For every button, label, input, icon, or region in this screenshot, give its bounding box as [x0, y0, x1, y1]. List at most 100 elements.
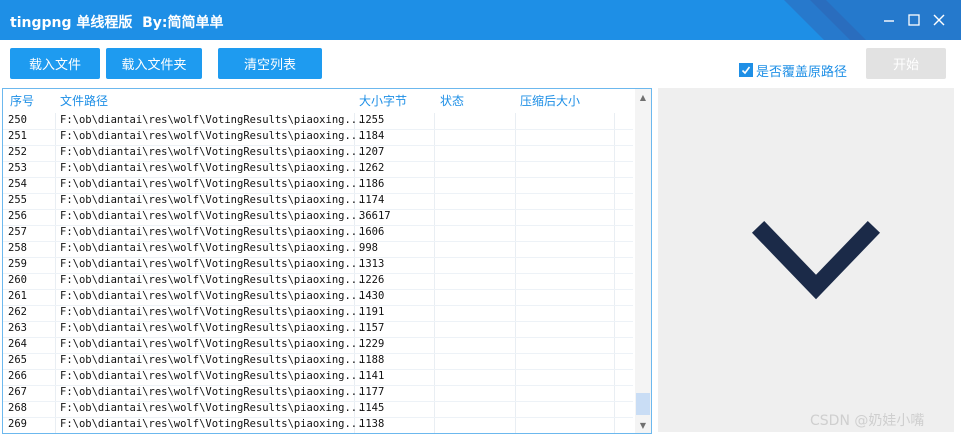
table-row[interactable]: 256 F:\ob\diantai\res\wolf\VotingResults\…	[3, 209, 633, 226]
column-header-size[interactable]: 大小字节	[359, 92, 407, 109]
table-row[interactable]: 268 F:\ob\diantai\res\wolf\VotingResults\…	[3, 401, 633, 418]
table-row[interactable]: 250 F:\ob\diantai\res\wolf\VotingResults\…	[3, 113, 633, 130]
cell-size: 1226	[359, 274, 385, 286]
cell-size: 1262	[359, 162, 385, 174]
cell-id: 256	[8, 210, 27, 222]
table-row[interactable]: 269 F:\ob\diantai\res\wolf\VotingResults\…	[3, 417, 633, 433]
cell-size: 1184	[359, 130, 385, 142]
clear-list-button[interactable]: 清空列表	[218, 48, 322, 79]
cell-path: F:\ob\diantai\res\wolf\VotingResults\pia…	[60, 210, 364, 222]
table-row[interactable]: 262 F:\ob\diantai\res\wolf\VotingResults\…	[3, 305, 633, 322]
table-row[interactable]: 253 F:\ob\diantai\res\wolf\VotingResults\…	[3, 161, 633, 178]
table-row[interactable]: 266 F:\ob\diantai\res\wolf\VotingResults\…	[3, 369, 633, 386]
cell-size: 1138	[359, 418, 385, 430]
scroll-down-icon[interactable]: ▼	[637, 419, 649, 431]
column-header-index[interactable]: 序号	[10, 92, 34, 109]
close-icon[interactable]	[930, 11, 948, 29]
cell-path: F:\ob\diantai\res\wolf\VotingResults\pia…	[60, 258, 364, 270]
overwrite-path-option[interactable]: 是否覆盖原路径	[739, 62, 848, 80]
cell-path: F:\ob\diantai\res\wolf\VotingResults\pia…	[60, 354, 364, 366]
cell-size: 1157	[359, 322, 385, 334]
table-header: 序号 文件路径 大小字节 状态 压缩后大小	[3, 89, 633, 111]
table-row[interactable]: 261 F:\ob\diantai\res\wolf\VotingResults\…	[3, 289, 633, 306]
cell-path: F:\ob\diantai\res\wolf\VotingResults\pia…	[60, 130, 364, 142]
table-row[interactable]: 252 F:\ob\diantai\res\wolf\VotingResults\…	[3, 145, 633, 162]
cell-path: F:\ob\diantai\res\wolf\VotingResults\pia…	[60, 306, 364, 318]
cell-id: 267	[8, 386, 27, 398]
cell-id: 266	[8, 370, 27, 382]
cell-path: F:\ob\diantai\res\wolf\VotingResults\pia…	[60, 418, 364, 430]
checkmark-icon	[741, 66, 751, 75]
cell-path: F:\ob\diantai\res\wolf\VotingResults\pia…	[60, 226, 364, 238]
cell-id: 261	[8, 290, 27, 302]
cell-path: F:\ob\diantai\res\wolf\VotingResults\pia…	[60, 386, 364, 398]
cell-size: 1145	[359, 402, 385, 414]
cell-size: 1606	[359, 226, 385, 238]
table-row[interactable]: 259 F:\ob\diantai\res\wolf\VotingResults\…	[3, 257, 633, 274]
table-row[interactable]: 254 F:\ob\diantai\res\wolf\VotingResults\…	[3, 177, 633, 194]
cell-path: F:\ob\diantai\res\wolf\VotingResults\pia…	[60, 242, 364, 254]
cell-size: 1141	[359, 370, 385, 382]
overwrite-label: 是否覆盖原路径	[756, 64, 848, 80]
cell-path: F:\ob\diantai\res\wolf\VotingResults\pia…	[60, 370, 364, 382]
cell-size: 1188	[359, 354, 385, 366]
cell-size: 1430	[359, 290, 385, 302]
table-row[interactable]: 257 F:\ob\diantai\res\wolf\VotingResults\…	[3, 225, 633, 242]
table-row[interactable]: 260 F:\ob\diantai\res\wolf\VotingResults\…	[3, 273, 633, 290]
cell-path: F:\ob\diantai\res\wolf\VotingResults\pia…	[60, 274, 364, 286]
load-file-button[interactable]: 载入文件	[10, 48, 100, 79]
cell-size: 998	[359, 242, 378, 254]
window-title: tingpng 单线程版 By:简简单单	[10, 15, 224, 31]
table-row[interactable]: 255 F:\ob\diantai\res\wolf\VotingResults\…	[3, 193, 633, 210]
maximize-icon[interactable]	[905, 11, 923, 29]
cell-id: 257	[8, 226, 27, 238]
minimize-icon[interactable]	[880, 11, 898, 29]
cell-id: 255	[8, 194, 27, 206]
cell-id: 262	[8, 306, 27, 318]
cell-id: 268	[8, 402, 27, 414]
table-row[interactable]: 267 F:\ob\diantai\res\wolf\VotingResults\…	[3, 385, 633, 402]
cell-id: 264	[8, 338, 27, 350]
cell-size: 1177	[359, 386, 385, 398]
cell-id: 251	[8, 130, 27, 142]
column-header-compressed-size[interactable]: 压缩后大小	[520, 92, 580, 109]
cell-size: 1255	[359, 114, 385, 126]
table-row[interactable]: 251 F:\ob\diantai\res\wolf\VotingResults\…	[3, 129, 633, 146]
cell-id: 250	[8, 114, 27, 126]
cell-id: 260	[8, 274, 27, 286]
cell-id: 265	[8, 354, 27, 366]
column-header-path[interactable]: 文件路径	[60, 92, 108, 109]
cell-size: 1207	[359, 146, 385, 158]
cell-size: 1229	[359, 338, 385, 350]
cell-path: F:\ob\diantai\res\wolf\VotingResults\pia…	[60, 114, 364, 126]
cell-id: 263	[8, 322, 27, 334]
cell-size: 1174	[359, 194, 385, 206]
cell-id: 269	[8, 418, 27, 430]
cell-path: F:\ob\diantai\res\wolf\VotingResults\pia…	[60, 338, 364, 350]
chevron-down-icon	[751, 220, 881, 300]
overwrite-checkbox[interactable]	[739, 63, 753, 77]
cell-path: F:\ob\diantai\res\wolf\VotingResults\pia…	[60, 162, 364, 174]
cell-path: F:\ob\diantai\res\wolf\VotingResults\pia…	[60, 194, 364, 206]
table-row[interactable]: 263 F:\ob\diantai\res\wolf\VotingResults\…	[3, 321, 633, 338]
scroll-up-icon[interactable]: ▲	[637, 91, 649, 103]
scrollbar-thumb[interactable]	[636, 393, 650, 415]
column-header-status[interactable]: 状态	[440, 92, 464, 109]
cell-size: 1313	[359, 258, 385, 270]
cell-path: F:\ob\diantai\res\wolf\VotingResults\pia…	[60, 290, 364, 302]
preview-panel	[658, 88, 954, 432]
watermark: CSDN @奶娃小嘴	[810, 413, 925, 429]
table-row[interactable]: 264 F:\ob\diantai\res\wolf\VotingResults\…	[3, 337, 633, 354]
cell-path: F:\ob\diantai\res\wolf\VotingResults\pia…	[60, 322, 364, 334]
cell-path: F:\ob\diantai\res\wolf\VotingResults\pia…	[60, 146, 364, 158]
load-folder-button[interactable]: 载入文件夹	[106, 48, 202, 79]
cell-id: 252	[8, 146, 27, 158]
file-table[interactable]: 序号 文件路径 大小字节 状态 压缩后大小 250 F:\ob\diantai\r…	[2, 88, 652, 434]
cell-size: 1186	[359, 178, 385, 190]
start-button[interactable]: 开始	[866, 48, 946, 79]
cell-id: 253	[8, 162, 27, 174]
vertical-scrollbar[interactable]: ▲ ▼	[635, 89, 651, 433]
table-row[interactable]: 265 F:\ob\diantai\res\wolf\VotingResults\…	[3, 353, 633, 370]
table-row[interactable]: 258 F:\ob\diantai\res\wolf\VotingResults\…	[3, 241, 633, 258]
title-bar: tingpng 单线程版 By:简简单单	[0, 0, 961, 40]
